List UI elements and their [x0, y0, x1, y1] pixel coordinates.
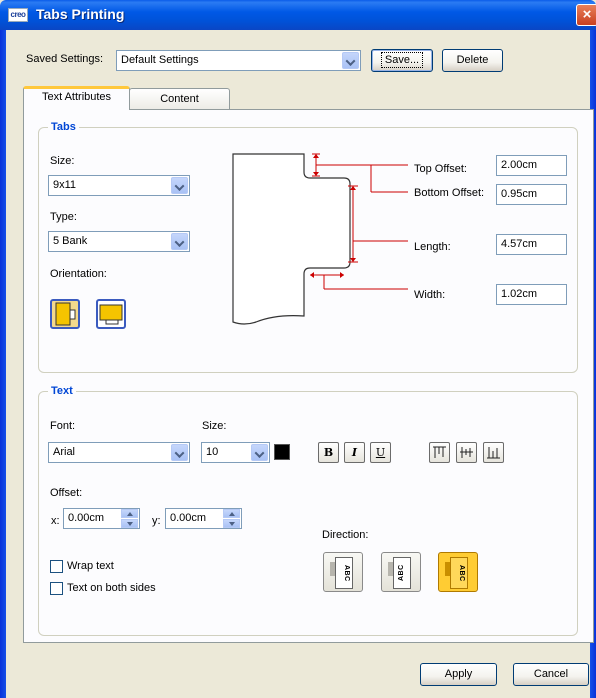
text-color-swatch[interactable] [274, 444, 290, 460]
tab-type-label: Type: [50, 211, 77, 223]
length-field[interactable]: 4.57cm [496, 234, 567, 255]
chevron-down-icon[interactable] [171, 444, 188, 461]
chevron-down-icon[interactable] [342, 52, 359, 69]
chevron-down-icon[interactable] [171, 233, 188, 250]
apply-button[interactable]: Apply [420, 663, 497, 686]
saved-settings-select[interactable]: Default Settings [116, 50, 361, 71]
chevron-down-icon[interactable] [171, 177, 188, 194]
landscape-tab-icon [99, 304, 123, 325]
width-label: Width: [414, 289, 446, 301]
tab-dimension-diagram [232, 153, 408, 325]
orientation-portrait-button[interactable] [50, 299, 80, 329]
font-size-value: 10 [206, 446, 219, 458]
orientation-label: Orientation: [50, 268, 107, 280]
offset-y-spinner[interactable] [223, 509, 240, 528]
tab-content[interactable]: Content [129, 88, 230, 110]
tab-outline [232, 153, 351, 325]
align-bottom-icon [487, 447, 500, 459]
align-top-icon [433, 446, 446, 458]
direction-label: Direction: [322, 529, 369, 541]
tab-size-select[interactable]: 9x11 [48, 175, 190, 196]
spin-up-icon[interactable] [121, 509, 138, 518]
delete-button[interactable]: Delete [442, 49, 503, 72]
direction-down-icon: ABC [335, 557, 353, 589]
text-both-sides-label: Text on both sides [67, 582, 156, 594]
align-bottom-button[interactable] [483, 442, 504, 463]
length-label: Length: [414, 241, 451, 253]
direction-selected-icon: ABC [450, 557, 468, 589]
tab-type-value: 5 Bank [53, 235, 88, 247]
underline-icon: U [375, 446, 386, 459]
font-value: Arial [53, 446, 76, 458]
top-offset-field[interactable]: 2.00cm [496, 155, 567, 176]
offset-y-field[interactable]: 0.00cm [165, 508, 242, 529]
saved-settings-label: Saved Settings: [26, 53, 104, 65]
italic-button[interactable]: I [344, 442, 365, 463]
offset-x-field[interactable]: 0.00cm [63, 508, 140, 529]
offset-label: Offset: [50, 487, 83, 499]
text-both-sides-checkbox[interactable] [50, 582, 63, 595]
wrap-text-checkbox[interactable] [50, 560, 63, 573]
align-middle-icon [460, 447, 473, 458]
bold-button[interactable]: B [318, 442, 339, 463]
tab-size-label: Size: [50, 155, 75, 167]
width-field[interactable]: 1.02cm [496, 284, 567, 305]
spin-down-icon[interactable] [223, 519, 240, 528]
underline-button[interactable]: U [370, 442, 391, 463]
offset-x-spinner[interactable] [121, 509, 138, 528]
tab-text-attributes[interactable]: Text Attributes [23, 86, 130, 110]
bottom-offset-field[interactable]: 0.95cm [496, 184, 567, 205]
bold-icon: B [323, 446, 334, 459]
tabs-group-title: Tabs [48, 121, 79, 133]
close-button[interactable]: × [576, 4, 596, 26]
text-group-title: Text [48, 385, 76, 397]
direction-up-button[interactable]: ABC [381, 552, 421, 592]
app-icon: creo [8, 8, 28, 22]
tab-type-select[interactable]: 5 Bank [48, 231, 190, 252]
wrap-text-label: Wrap text [67, 560, 114, 572]
tab-size-value: 9x11 [53, 179, 77, 191]
font-size-label: Size: [202, 420, 227, 432]
saved-settings-value: Default Settings [121, 54, 199, 66]
font-label: Font: [50, 420, 76, 432]
font-size-select[interactable]: 10 [201, 442, 270, 463]
offset-x-label: x: [51, 515, 60, 527]
orientation-landscape-button[interactable] [96, 299, 126, 329]
portrait-tab-icon [55, 302, 76, 326]
cancel-button[interactable]: Cancel [513, 663, 589, 686]
font-select[interactable]: Arial [48, 442, 190, 463]
window-title: Tabs Printing [36, 6, 125, 22]
align-middle-button[interactable] [456, 442, 477, 463]
save-button[interactable]: Save... [371, 49, 433, 72]
bottom-offset-label: Bottom Offset: [414, 187, 485, 199]
spin-up-icon[interactable] [223, 509, 240, 518]
chevron-down-icon[interactable] [251, 444, 268, 461]
align-top-button[interactable] [429, 442, 450, 463]
offset-y-label: y: [152, 515, 161, 527]
direction-selected-button[interactable]: ABC [438, 552, 478, 592]
direction-down-button[interactable]: ABC [323, 552, 363, 592]
spin-down-icon[interactable] [121, 519, 138, 528]
close-icon: × [582, 6, 592, 23]
italic-icon: I [351, 446, 358, 459]
top-offset-label: Top Offset: [414, 163, 467, 175]
direction-up-icon: ABC [393, 557, 411, 589]
